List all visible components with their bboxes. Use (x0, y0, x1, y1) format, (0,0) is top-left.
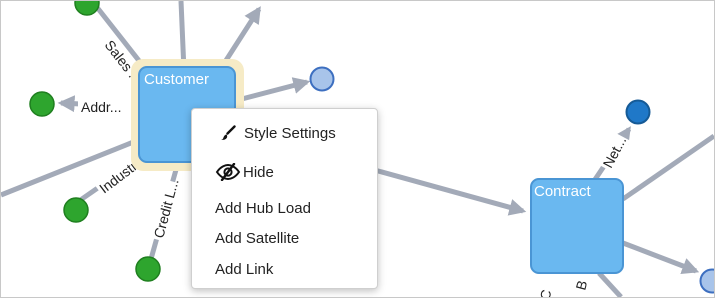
menu-item-add-satellite-label: Add Satellite (215, 229, 300, 247)
eye-slash-icon (215, 163, 241, 181)
edge-label-credit: Credit L... (150, 177, 181, 240)
edge-label-addr-group: Addr... (78, 98, 132, 115)
menu-item-style-settings[interactable]: Style Settings (192, 120, 377, 146)
edge-contract-link[interactable] (622, 240, 700, 275)
menu-item-add-link-label: Add Link (215, 260, 274, 278)
graph-frame: Sales ... Addr... Industr... Credit L...… (0, 0, 715, 298)
edge-contract-bottom[interactable] (597, 271, 623, 297)
context-menu: Style Settings Hide Add Hub Load Add Sat… (191, 108, 378, 289)
edge-contract-right[interactable] (621, 133, 714, 202)
edge-label-credit-group: Credit L... (149, 177, 182, 242)
menu-item-hide-label: Hide (243, 163, 274, 181)
menu-item-hide[interactable]: Hide (192, 159, 377, 185)
hub-customer-label: Customer (144, 71, 209, 88)
menu-item-add-hub-load[interactable]: Add Hub Load (192, 195, 377, 221)
link-node-net[interactable] (625, 99, 651, 125)
menu-item-add-hub-load-label: Add Hub Load (215, 199, 311, 217)
menu-item-add-satellite[interactable]: Add Satellite (192, 225, 377, 251)
link-node-customer[interactable] (309, 66, 335, 92)
satellite-node-industry[interactable] (63, 197, 89, 223)
edge-label-net-group: Net... (598, 132, 631, 173)
edge-label-contract-b-group: B (571, 276, 592, 294)
edge-customer-link[interactable] (233, 77, 311, 104)
satellite-node-credit[interactable] (135, 256, 161, 282)
hub-node-contract[interactable]: Contract (530, 178, 624, 274)
menu-item-add-link[interactable]: Add Link (192, 256, 377, 282)
edge-label-addr: Addr... (81, 99, 121, 115)
satellite-node-sales[interactable] (74, 1, 100, 16)
satellite-node-addr[interactable] (29, 91, 55, 117)
edge-customer-contract[interactable] (370, 166, 527, 216)
hub-contract-label: Contract (534, 183, 592, 200)
edge-label-net: Net... (600, 133, 630, 170)
menu-item-style-settings-label: Style Settings (244, 124, 336, 142)
link-node-contract[interactable] (699, 268, 715, 294)
paintbrush-icon (220, 125, 236, 141)
edge-label-contract-c: C (536, 288, 554, 297)
edge-label-contract-c-group: C (536, 288, 554, 297)
